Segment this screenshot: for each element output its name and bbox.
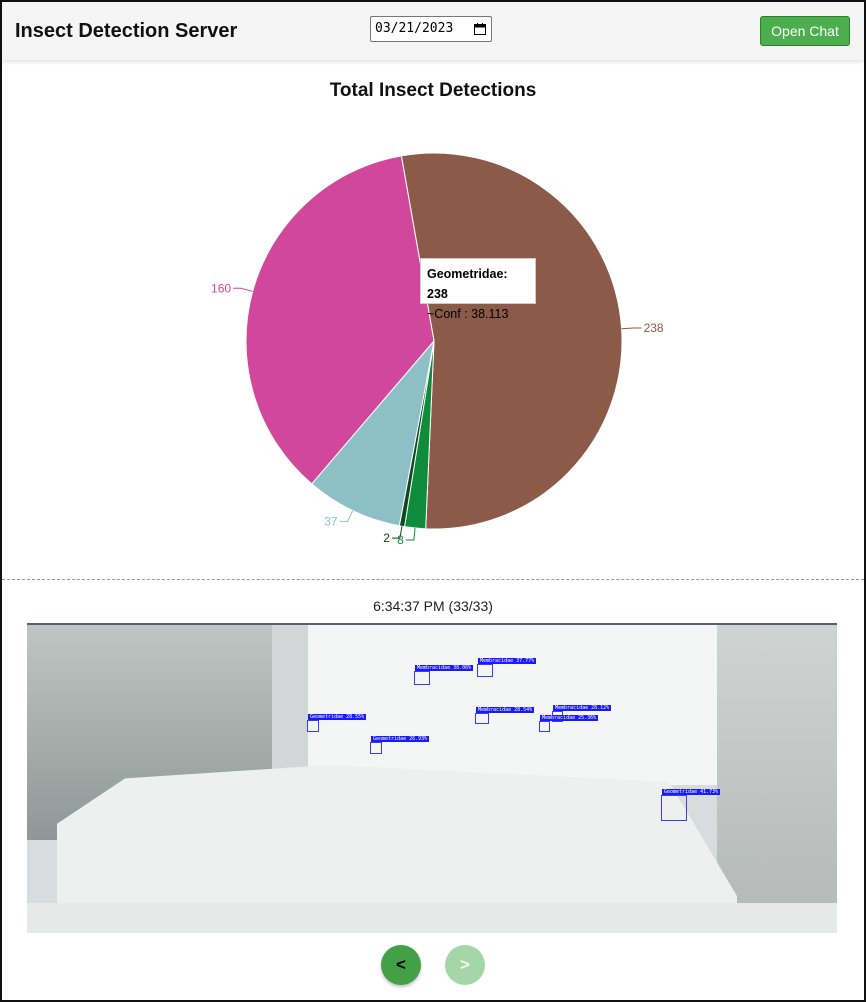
pie-label-line-0 xyxy=(621,327,642,330)
detection-label: Membracidae 28.12% xyxy=(553,705,612,711)
detection-label: Membracidae 37.77% xyxy=(478,658,537,664)
detection-box: Geometridae 28.55% xyxy=(307,714,367,732)
pie-label-line-1 xyxy=(405,527,416,541)
detection-label: Geometridae 28.55% xyxy=(308,714,367,720)
image-background-column xyxy=(272,625,308,785)
pie-label-line-3 xyxy=(339,510,354,522)
detection-box: Membracidae 38.06% xyxy=(414,665,474,685)
image-background-wall xyxy=(297,625,737,785)
detection-label: Geometridae 26.93% xyxy=(371,736,430,742)
section-divider xyxy=(2,579,864,580)
app-title: Insect Detection Server xyxy=(15,20,238,42)
date-value: 03/21/2023 xyxy=(375,21,454,36)
previous-image-button[interactable]: < xyxy=(381,945,421,985)
date-picker-input[interactable]: 03/21/2023 xyxy=(370,16,492,42)
calendar-icon[interactable] xyxy=(474,23,486,35)
next-image-button[interactable]: > xyxy=(445,945,485,985)
detection-box: Geometridae 26.93% xyxy=(370,736,430,754)
pie-chart: 2388237160 xyxy=(211,152,664,547)
chart-title: Total Insect Detections xyxy=(329,80,537,101)
detection-box: Membracidae 37.77% xyxy=(477,658,537,677)
pie-data-label-2: 2 xyxy=(383,531,390,545)
image-timestamp: 6:34:37 PM (33/33) xyxy=(373,598,493,614)
detection-label: Membracidae 38.06% xyxy=(415,665,474,671)
pie-label-line-4 xyxy=(233,287,253,292)
detection-label: Geometridae 41.73% xyxy=(662,789,721,795)
app-header: Insect Detection Server 03/21/2023 Open … xyxy=(2,2,864,60)
detection-image: Membracidae 38.06% Membracidae 37.77% Ge… xyxy=(27,623,837,933)
detection-box: Membracidae 28.54% xyxy=(475,707,535,724)
detection-label: Membracidae 28.54% xyxy=(476,707,535,713)
chart-tooltip: Geometridae: 238 ~Conf : 38.113 xyxy=(420,258,536,321)
image-background-strip xyxy=(27,903,837,933)
pie-data-label-3: 37 xyxy=(324,514,338,528)
detection-label: Membracidae 25.36% xyxy=(540,715,599,721)
detection-box: Geometridae 41.73% xyxy=(661,789,721,821)
image-background-right xyxy=(717,625,837,933)
open-chat-button[interactable]: Open Chat xyxy=(760,16,850,46)
pie-data-label-4: 160 xyxy=(211,281,231,295)
detection-box: Membracidae 25.36% xyxy=(539,715,599,732)
pie-data-label-0: 238 xyxy=(644,321,664,335)
tooltip-heading: Geometridae: 238 xyxy=(427,267,508,301)
tooltip-detail: ~Conf : 38.113 xyxy=(427,307,509,321)
